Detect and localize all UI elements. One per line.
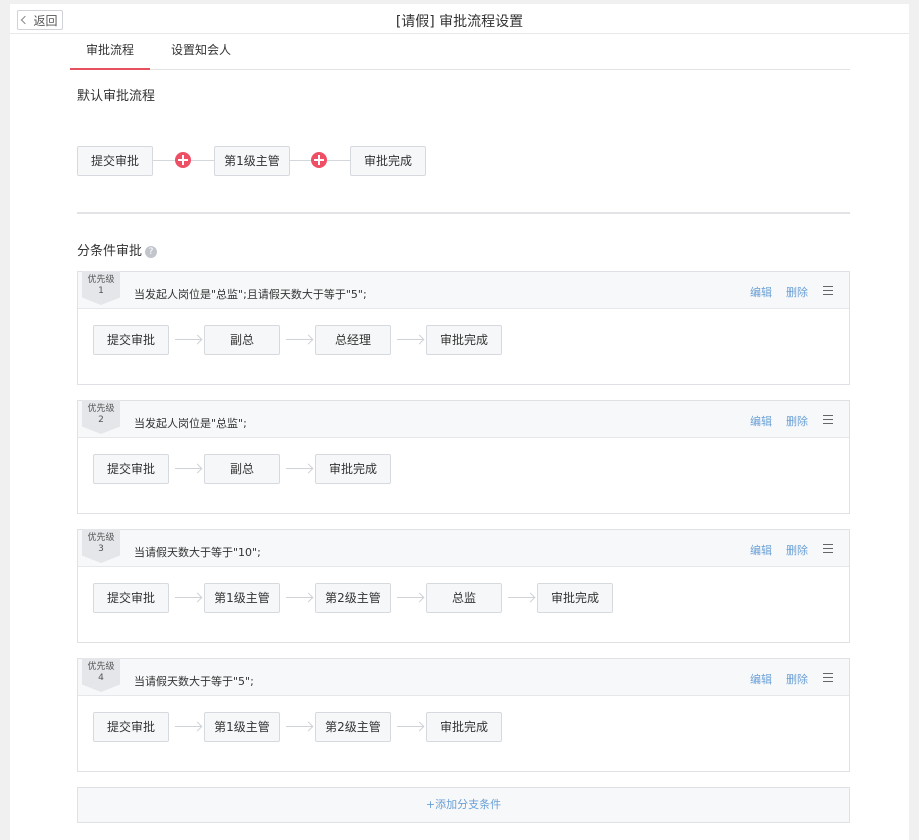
branch-card-header: 优先级 1 当发起人岗位是"总监";且请假天数大于等于"5"; 编辑 删除: [78, 271, 849, 309]
branch-condition: 当发起人岗位是"总监";且请假天数大于等于"5";: [134, 288, 367, 301]
arrow-right-icon: [397, 339, 423, 340]
section-divider: [77, 212, 850, 214]
plus-circle-icon[interactable]: [311, 152, 327, 168]
edit-link[interactable]: 编辑: [750, 671, 772, 687]
edit-link[interactable]: 编辑: [750, 542, 772, 558]
branch-condition: 当发起人岗位是"总监";: [134, 417, 247, 430]
priority-badge-number: 2: [98, 415, 104, 425]
delete-link[interactable]: 删除: [786, 284, 808, 300]
flow-node[interactable]: 提交审批: [93, 712, 169, 742]
priority-badge-number: 1: [98, 286, 104, 296]
menu-icon[interactable]: [823, 673, 833, 682]
arrow-right-icon: [175, 597, 201, 598]
branch-condition: 当请假天数大于等于"10";: [134, 546, 261, 559]
flow-node[interactable]: 提交审批: [93, 325, 169, 355]
delete-link[interactable]: 删除: [786, 542, 808, 558]
arrow-right-icon: [286, 597, 312, 598]
menu-icon[interactable]: [823, 286, 833, 295]
arrow-right-icon: [397, 597, 423, 598]
arrow-right-icon: [175, 726, 201, 727]
branch-card: 优先级 3 当请假天数大于等于"10"; 编辑 删除 提交审批 第1级主管 第2…: [77, 529, 850, 643]
menu-icon[interactable]: [823, 544, 833, 553]
tab-bar: 审批流程 设置知会人: [70, 34, 850, 70]
page-frame: 返回 [请假] 审批流程设置 审批流程 设置知会人 默认审批流程 提交审批 第1…: [10, 4, 909, 840]
flow-node[interactable]: 总经理: [315, 325, 391, 355]
page-header: 返回 [请假] 审批流程设置: [10, 4, 909, 34]
flow-node[interactable]: 第2级主管: [315, 583, 391, 613]
priority-badge-label: 优先级: [87, 533, 115, 543]
flow-node[interactable]: 第1级主管: [204, 712, 280, 742]
priority-badge-number: 3: [98, 544, 104, 554]
edit-link[interactable]: 编辑: [750, 413, 772, 429]
flow-node[interactable]: 提交审批: [93, 583, 169, 613]
flow-node[interactable]: 审批完成: [315, 454, 391, 484]
priority-badge: 优先级 3: [82, 529, 120, 563]
edit-link[interactable]: 编辑: [750, 284, 772, 300]
tab-notify-people[interactable]: 设置知会人: [158, 34, 244, 70]
flow-node[interactable]: 第1级主管: [204, 583, 280, 613]
priority-badge-label: 优先级: [87, 275, 115, 285]
priority-badge: 优先级 1: [82, 271, 120, 305]
flow-node[interactable]: 提交审批: [93, 454, 169, 484]
default-flow-node[interactable]: 提交审批: [77, 146, 153, 176]
priority-badge-label: 优先级: [87, 404, 115, 414]
arrow-right-icon: [286, 726, 312, 727]
default-flow-title: 默认审批流程: [77, 89, 156, 104]
default-flow-node[interactable]: 第1级主管: [214, 146, 290, 176]
menu-icon[interactable]: [823, 415, 833, 424]
branch-card: 优先级 4 当请假天数大于等于"5"; 编辑 删除 提交审批 第1级主管 第2级…: [77, 658, 850, 772]
arrow-right-icon: [286, 339, 312, 340]
arrow-right-icon: [286, 468, 312, 469]
page-title: [请假] 审批流程设置: [395, 14, 524, 30]
plus-circle-icon[interactable]: [175, 152, 191, 168]
conditional-flow-title: 分条件审批?: [77, 240, 158, 259]
branch-card-header: 优先级 4 当请假天数大于等于"5"; 编辑 删除: [78, 658, 849, 696]
flow-node[interactable]: 第2级主管: [315, 712, 391, 742]
priority-badge-number: 4: [98, 673, 104, 683]
priority-badge: 优先级 2: [82, 400, 120, 434]
flow-node[interactable]: 总监: [426, 583, 502, 613]
priority-badge-label: 优先级: [87, 662, 115, 672]
arrow-right-icon: [175, 339, 201, 340]
arrow-right-icon: [397, 726, 423, 727]
delete-link[interactable]: 删除: [786, 413, 808, 429]
flow-node[interactable]: 副总: [204, 454, 280, 484]
default-flow-node[interactable]: 审批完成: [350, 146, 426, 176]
flow-node[interactable]: 审批完成: [426, 325, 502, 355]
tab-approval-flow[interactable]: 审批流程: [70, 34, 150, 70]
branch-card: 优先级 1 当发起人岗位是"总监";且请假天数大于等于"5"; 编辑 删除 提交…: [77, 271, 850, 385]
conditional-flow-title-text: 分条件审批: [77, 244, 143, 259]
flow-node[interactable]: 副总: [204, 325, 280, 355]
question-icon[interactable]: ?: [145, 246, 158, 258]
branch-condition: 当请假天数大于等于"5";: [134, 675, 254, 688]
arrow-right-icon: [508, 597, 534, 598]
branch-card-header: 优先级 3 当请假天数大于等于"10"; 编辑 删除: [78, 529, 849, 567]
flow-node[interactable]: 审批完成: [426, 712, 502, 742]
add-branch-button[interactable]: +添加分支条件: [77, 787, 850, 823]
delete-link[interactable]: 删除: [786, 671, 808, 687]
branch-card: 优先级 2 当发起人岗位是"总监"; 编辑 删除 提交审批 副总 审批完成: [77, 400, 850, 514]
flow-node[interactable]: 审批完成: [537, 583, 613, 613]
arrow-right-icon: [175, 468, 201, 469]
branch-card-header: 优先级 2 当发起人岗位是"总监"; 编辑 删除: [78, 400, 849, 438]
priority-badge: 优先级 4: [82, 658, 120, 692]
